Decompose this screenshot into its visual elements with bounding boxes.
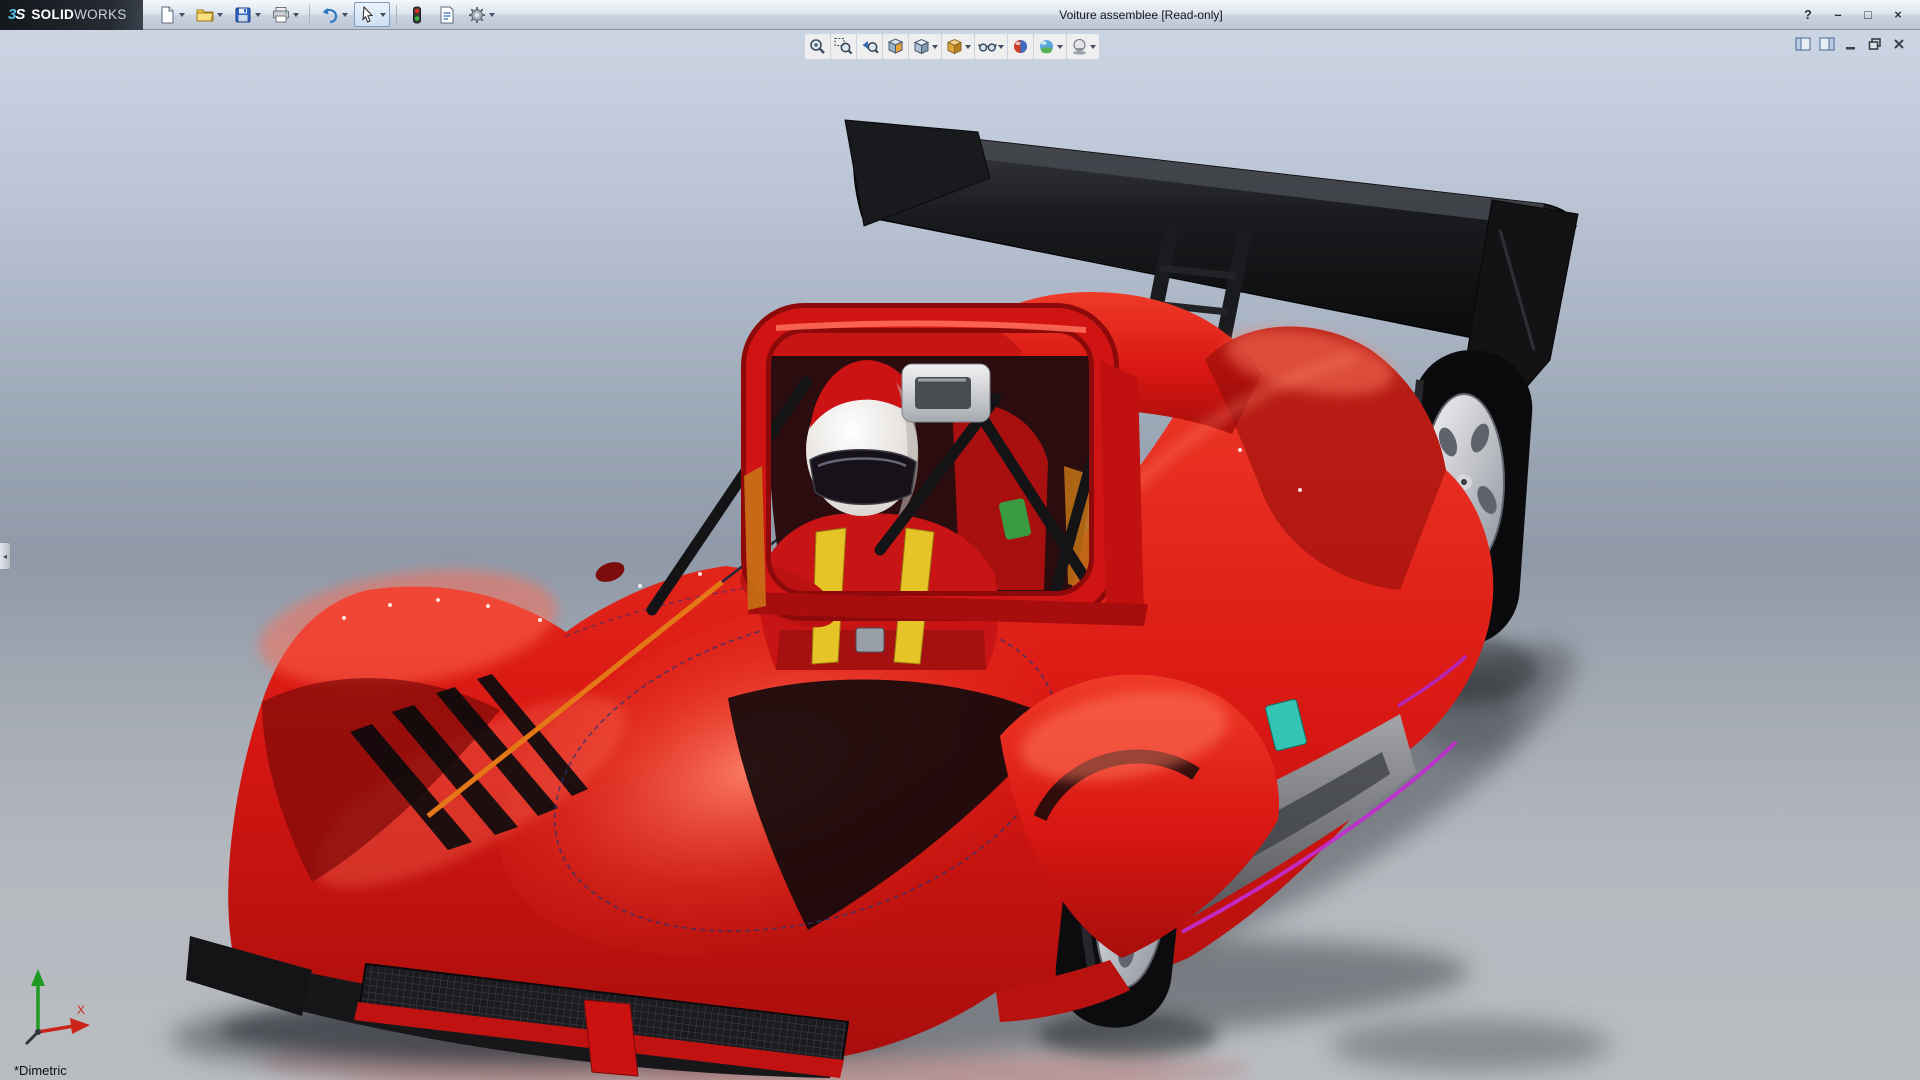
x-axis-label: X xyxy=(77,1003,85,1017)
feature-manager-collapse-tab[interactable]: ◂ xyxy=(0,542,11,570)
previous-view-button[interactable] xyxy=(857,34,882,59)
dropdown-caret-icon[interactable] xyxy=(1090,45,1096,49)
section-view-button[interactable] xyxy=(883,34,908,59)
featuremanager-pane-toggle-button[interactable] xyxy=(1793,36,1812,52)
open-button[interactable] xyxy=(191,2,227,27)
graphics-viewport[interactable]: ◂ X *Dimetric xyxy=(0,30,1920,1080)
rebuild-traffic-light-icon xyxy=(407,5,427,25)
restore-icon xyxy=(1867,37,1883,51)
view-settings-button[interactable] xyxy=(1067,34,1099,59)
chevron-left-icon: ◂ xyxy=(3,552,7,561)
display-style-button[interactable] xyxy=(942,34,974,59)
dropdown-caret-icon[interactable] xyxy=(932,45,938,49)
new-document-icon xyxy=(157,5,177,25)
triad-origin xyxy=(35,1029,41,1035)
view-cube-icon xyxy=(912,37,931,56)
section-view-icon xyxy=(886,37,905,56)
titlebar: 3S SOLIDWORKS xyxy=(0,0,1920,30)
window-controls: ? – □ × xyxy=(1798,6,1920,24)
zoom-to-area-button[interactable] xyxy=(831,34,856,59)
solidworks-logo: 3S SOLIDWORKS xyxy=(0,0,143,30)
save-button[interactable] xyxy=(229,2,265,27)
open-folder-icon xyxy=(195,5,215,25)
toolbar-separator xyxy=(309,5,310,25)
select-cursor-icon xyxy=(358,5,378,25)
window-title: Voiture assemblee [Read-only] xyxy=(1059,8,1222,22)
close-icon xyxy=(1891,37,1907,51)
scene-sphere-icon xyxy=(1037,37,1056,56)
undo-arrow-icon xyxy=(320,5,340,25)
reference-triad: X xyxy=(14,966,94,1050)
view-settings-sphere-icon xyxy=(1070,37,1089,56)
document-window-controls xyxy=(1793,36,1908,52)
dropdown-caret-icon[interactable] xyxy=(380,13,386,17)
toolbar-separator xyxy=(396,5,397,25)
apply-scene-button[interactable] xyxy=(1034,34,1066,59)
hide-show-items-button[interactable] xyxy=(975,34,1007,59)
logo-text-works: WORKS xyxy=(74,7,127,22)
dropdown-caret-icon[interactable] xyxy=(965,45,971,49)
dropdown-caret-icon[interactable] xyxy=(342,13,348,17)
dassault-3ds-logo-icon: 3S xyxy=(8,6,25,23)
select-button[interactable] xyxy=(354,2,390,27)
pane-right-icon xyxy=(1819,37,1835,51)
y-axis-arrow xyxy=(31,969,45,986)
zoom-to-area-icon xyxy=(834,37,853,56)
view-orientation-label: *Dimetric xyxy=(14,1063,67,1078)
dropdown-caret-icon[interactable] xyxy=(1057,45,1063,49)
x-axis-arrow xyxy=(70,1018,90,1034)
edit-appearance-button[interactable] xyxy=(1008,34,1033,59)
rear-view-mirror[interactable] xyxy=(902,364,990,422)
heads-up-view-toolbar xyxy=(805,34,1099,59)
side-mirror[interactable] xyxy=(593,558,627,585)
eyeglasses-icon xyxy=(978,37,997,56)
maximize-button[interactable]: □ xyxy=(1858,6,1878,24)
zoom-to-fit-icon xyxy=(808,37,827,56)
options-gear-icon xyxy=(467,5,487,25)
view-orientation-button[interactable] xyxy=(909,34,941,59)
previous-view-icon xyxy=(860,37,879,56)
dropdown-caret-icon[interactable] xyxy=(998,45,1004,49)
new-document-button[interactable] xyxy=(153,2,189,27)
main-toolbar xyxy=(143,2,499,27)
dropdown-caret-icon[interactable] xyxy=(255,13,261,17)
display-pane-toggle-button[interactable] xyxy=(1817,36,1836,52)
undo-button[interactable] xyxy=(316,2,352,27)
display-style-cube-icon xyxy=(945,37,964,56)
help-button[interactable]: ? xyxy=(1798,6,1818,24)
document-restore-button[interactable] xyxy=(1865,36,1884,52)
close-button[interactable]: × xyxy=(1888,6,1908,24)
dropdown-caret-icon[interactable] xyxy=(179,13,185,17)
dropdown-caret-icon[interactable] xyxy=(293,13,299,17)
3d-model-red-race-car[interactable] xyxy=(0,30,1920,1080)
dropdown-caret-icon[interactable] xyxy=(489,13,495,17)
zoom-to-fit-button[interactable] xyxy=(805,34,830,59)
solidworks-window: 3S SOLIDWORKS xyxy=(0,0,1920,1080)
harness-buckle xyxy=(856,628,884,652)
file-properties-button[interactable] xyxy=(433,2,461,27)
minimize-icon xyxy=(1843,37,1859,51)
document-minimize-button[interactable] xyxy=(1841,36,1860,52)
pane-left-icon xyxy=(1795,37,1811,51)
options-button[interactable] xyxy=(463,2,499,27)
logo-text-solid: SOLID xyxy=(31,7,74,22)
print-button[interactable] xyxy=(267,2,303,27)
rebuild-button[interactable] xyxy=(403,2,431,27)
print-icon xyxy=(271,5,291,25)
file-properties-icon xyxy=(437,5,457,25)
appearance-sphere-icon xyxy=(1011,37,1030,56)
dropdown-caret-icon[interactable] xyxy=(217,13,223,17)
document-close-button[interactable] xyxy=(1889,36,1908,52)
save-floppy-icon xyxy=(233,5,253,25)
minimize-button[interactable]: – xyxy=(1828,6,1848,24)
